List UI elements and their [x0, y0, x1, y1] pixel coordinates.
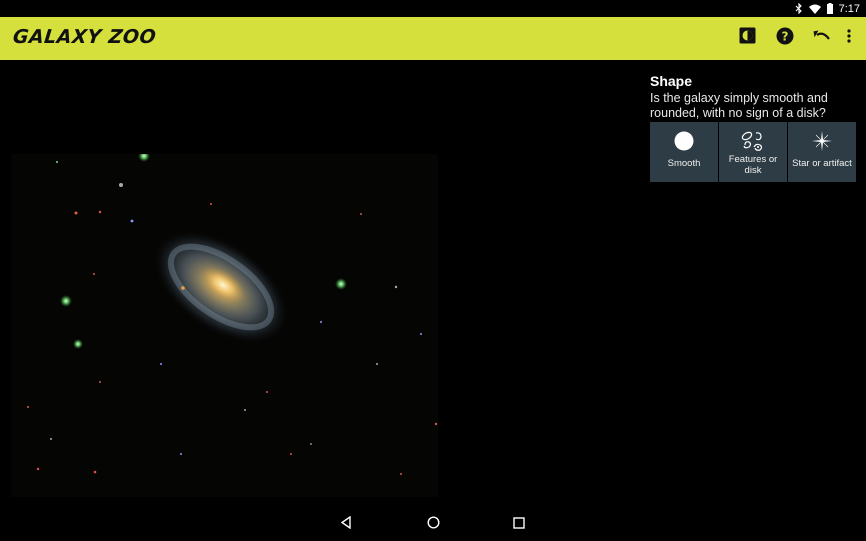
undo-button[interactable]: [809, 25, 835, 51]
question-panel: Shape Is the galaxy simply smooth and ro…: [650, 73, 856, 121]
status-bar: 7:17: [0, 0, 866, 17]
answer-buttons: Smooth Features or disk Star or artifact: [650, 122, 856, 182]
question-text: Is the galaxy simply smooth and rounded,…: [650, 91, 828, 120]
contrast-icon: [739, 27, 756, 49]
answer-star-button[interactable]: Star or artifact: [788, 122, 856, 182]
features-spiral-icon: [740, 128, 766, 154]
svg-text:?: ?: [782, 29, 789, 43]
overflow-menu-button[interactable]: [837, 25, 861, 51]
help-button[interactable]: ?: [772, 25, 798, 51]
galaxy-image[interactable]: [11, 154, 438, 497]
wifi-icon: [808, 4, 821, 14]
help-icon: ?: [776, 27, 794, 50]
recents-icon: [513, 516, 525, 534]
answer-label: Star or artifact: [792, 158, 852, 169]
undo-icon: [813, 29, 831, 47]
answer-label: Smooth: [667, 158, 701, 169]
home-icon: [426, 516, 440, 534]
recents-button[interactable]: [508, 514, 530, 536]
navigation-bar: [0, 508, 866, 541]
answer-label: Features or disk: [728, 154, 778, 176]
clock: 7:17: [838, 2, 860, 15]
question-title: Shape: [650, 73, 693, 89]
back-button[interactable]: [335, 514, 357, 536]
star-sparkle-icon: [811, 128, 833, 154]
smooth-circle-icon: [673, 128, 695, 154]
more-vert-icon: [847, 28, 851, 48]
answer-features-button[interactable]: Features or disk: [719, 122, 787, 182]
contrast-button[interactable]: [734, 25, 760, 51]
answer-smooth-button[interactable]: Smooth: [650, 122, 718, 182]
home-button[interactable]: [422, 514, 444, 536]
app-toolbar: GALAXY ZOO ?: [0, 17, 866, 60]
bluetooth-icon: [795, 3, 803, 14]
battery-icon: [826, 3, 833, 14]
app-title: GALAXY ZOO: [11, 26, 158, 48]
back-icon: [340, 515, 352, 534]
